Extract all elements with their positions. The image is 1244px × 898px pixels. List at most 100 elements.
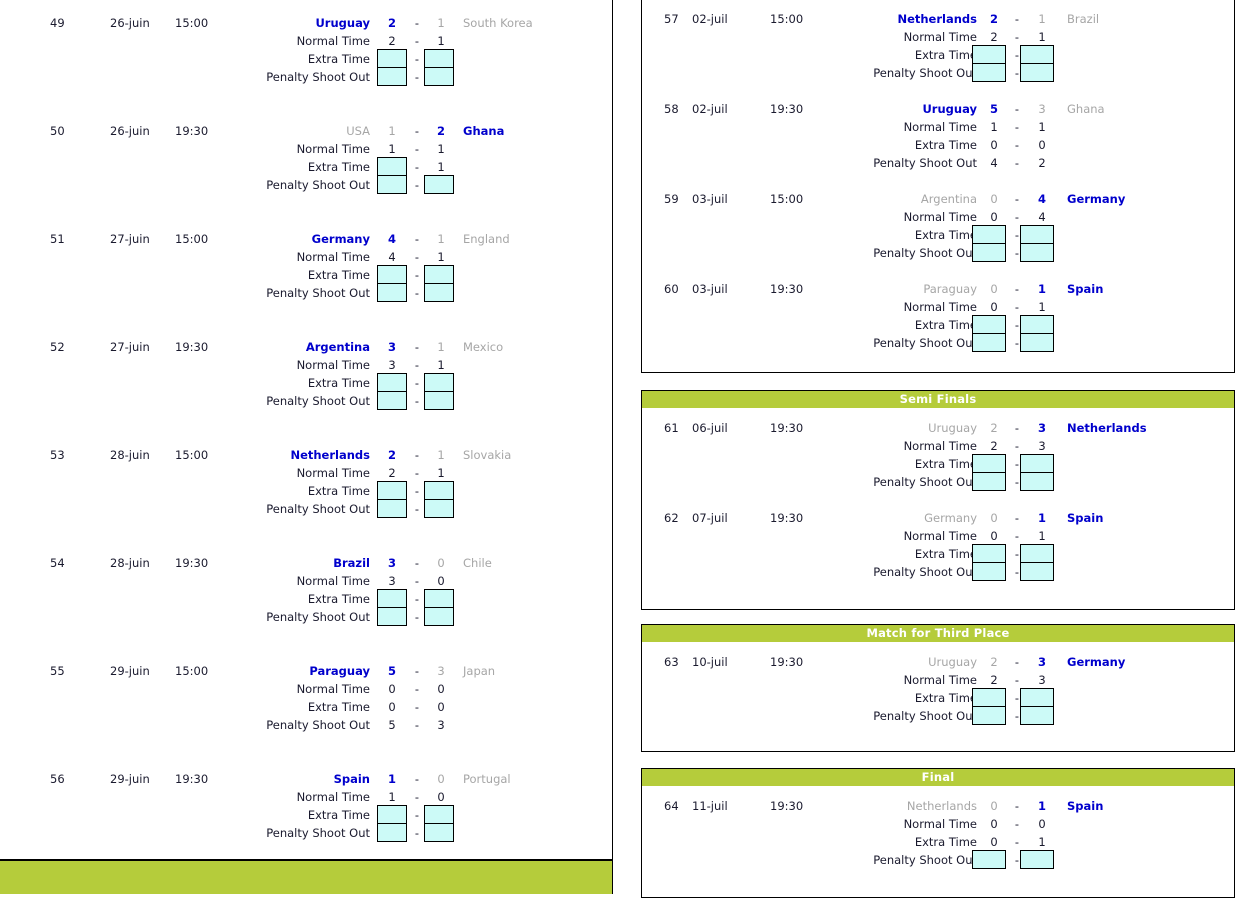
penalty-away-score: 3	[437, 718, 445, 732]
extra-home-input[interactable]	[377, 373, 407, 392]
penalty-away-input[interactable]	[424, 823, 454, 842]
home-aggregate-score: 5	[387, 664, 396, 678]
extra-home-input[interactable]	[377, 157, 407, 176]
penalty-home-input[interactable]	[972, 706, 1006, 725]
section-match-list: 61 06-juil 19:30 Uruguay Netherlands 2-3 Norma…	[642, 391, 1234, 609]
penalty-separator: -	[414, 610, 420, 624]
penalty-home-input[interactable]	[377, 499, 407, 518]
score-separator: -	[1014, 799, 1020, 813]
bracket-section-panel: Final 64 11-juil 19:30 Netherlands Spain 0-1 No…	[641, 768, 1235, 898]
penalty-home-input[interactable]	[377, 607, 407, 626]
extra-away-input[interactable]	[424, 481, 454, 500]
extra-away-input[interactable]	[424, 373, 454, 392]
extra-home-input[interactable]	[972, 315, 1006, 334]
extra-separator: -	[414, 376, 420, 390]
extra-separator: -	[414, 160, 420, 174]
score-separator: -	[1014, 282, 1020, 296]
penalty-home-input[interactable]	[972, 850, 1006, 869]
normal-separator: -	[1014, 673, 1020, 687]
normal-separator: -	[414, 466, 420, 480]
penalty-away-input[interactable]	[424, 283, 454, 302]
extra-away-input[interactable]	[1020, 544, 1054, 563]
extra-away-input[interactable]	[424, 805, 454, 824]
penalty-home-input[interactable]	[972, 333, 1006, 352]
normal-away-score: 0	[1038, 817, 1046, 831]
extra-home-input[interactable]	[972, 544, 1006, 563]
extra-separator: -	[1014, 835, 1020, 849]
extra-separator: -	[414, 268, 420, 282]
score-separator: -	[1014, 655, 1020, 669]
away-aggregate-score: 3	[1037, 655, 1046, 669]
extra-away-input[interactable]	[424, 589, 454, 608]
match-number: 55	[50, 664, 65, 678]
penalty-away-input[interactable]	[424, 607, 454, 626]
extra-row-label: Extra Time	[307, 592, 370, 606]
normal-home-score: 3	[388, 358, 396, 372]
normal-away-score: 1	[437, 466, 445, 480]
match-date: 11-juil	[692, 799, 728, 813]
extra-home-input[interactable]	[377, 805, 407, 824]
score-separator: -	[414, 556, 420, 570]
extra-home-input[interactable]	[377, 481, 407, 500]
penalty-row-label: Penalty Shoot Out	[266, 610, 370, 624]
penalty-row-label: Penalty Shoot Out	[873, 709, 977, 723]
penalty-separator: -	[414, 178, 420, 192]
extra-home-input[interactable]	[377, 589, 407, 608]
match-date: 26-juin	[110, 124, 150, 138]
normal-row-label: Normal Time	[903, 529, 977, 543]
extra-away-input[interactable]	[1020, 688, 1054, 707]
normal-separator: -	[1014, 300, 1020, 314]
penalty-away-input[interactable]	[1020, 562, 1054, 581]
away-aggregate-score: 0	[437, 556, 445, 570]
penalty-away-input[interactable]	[424, 391, 454, 410]
away-aggregate-score: 2	[436, 124, 445, 138]
normal-row-label: Normal Time	[296, 574, 370, 588]
penalty-home-score: 5	[388, 718, 396, 732]
away-aggregate-score: 1	[1037, 282, 1046, 296]
score-separator: -	[414, 340, 420, 354]
match-date: 27-juin	[110, 340, 150, 354]
extra-home-input[interactable]	[972, 688, 1006, 707]
penalty-away-input[interactable]	[1020, 850, 1054, 869]
away-team-name: Spain	[1067, 282, 1104, 296]
penalty-away-input[interactable]	[424, 175, 454, 194]
extra-row-label: Extra Time	[307, 376, 370, 390]
extra-away-input[interactable]	[1020, 315, 1054, 334]
match-number: 56	[50, 772, 65, 786]
penalty-home-input[interactable]	[377, 391, 407, 410]
match-date: 27-juin	[110, 232, 150, 246]
away-aggregate-score: 1	[1037, 799, 1046, 813]
penalty-home-input[interactable]	[377, 283, 407, 302]
normal-home-score: 2	[388, 466, 396, 480]
match-date: 28-juin	[110, 448, 150, 462]
penalty-away-input[interactable]	[424, 499, 454, 518]
normal-row-label: Normal Time	[296, 358, 370, 372]
penalty-home-input[interactable]	[377, 823, 407, 842]
extra-home-input[interactable]	[377, 265, 407, 284]
match-block: 60 03-juil 19:30 Paraguay Spain 0-1 Normal Tim…	[642, 0, 1234, 372]
home-team-name: Spain	[333, 772, 370, 786]
normal-home-score: 0	[990, 817, 998, 831]
match-date: 03-juil	[692, 282, 728, 296]
extra-away-input[interactable]	[424, 265, 454, 284]
left-footer-bar	[0, 860, 613, 894]
match-date: 29-juin	[110, 772, 150, 786]
penalty-away-input[interactable]	[1020, 333, 1054, 352]
extra-row-label: Extra Time	[914, 835, 977, 849]
penalty-away-input[interactable]	[1020, 706, 1054, 725]
normal-separator: -	[414, 574, 420, 588]
extra-row-label: Extra Time	[307, 700, 370, 714]
penalty-home-input[interactable]	[377, 175, 407, 194]
away-team-name: Chile	[463, 556, 492, 570]
away-aggregate-score: 1	[437, 340, 445, 354]
away-team-name: Japan	[463, 664, 496, 678]
away-team-name: Spain	[1067, 511, 1104, 525]
normal-row-label: Normal Time	[296, 790, 370, 804]
extra-separator: -	[414, 808, 420, 822]
normal-away-score: 0	[437, 574, 445, 588]
penalty-home-input[interactable]	[972, 562, 1006, 581]
match-number: 50	[50, 124, 65, 138]
normal-row-label: Normal Time	[296, 466, 370, 480]
match-number: 62	[664, 511, 679, 525]
normal-away-score: 1	[1038, 300, 1046, 314]
